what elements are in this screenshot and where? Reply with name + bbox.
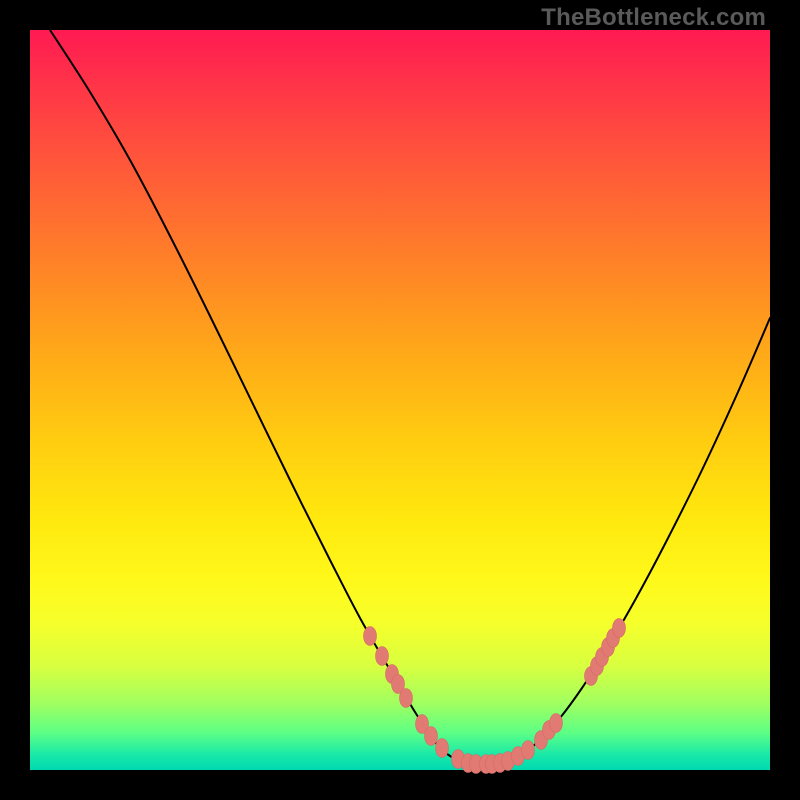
curve-marker [425,727,438,746]
curve-marker [436,739,449,758]
curve-marker [550,714,563,733]
curve-marker [522,741,535,760]
curve-layer [30,30,770,770]
curve-markers [364,619,626,774]
watermark-text: TheBottleneck.com [541,4,766,32]
chart-frame: TheBottleneck.com [0,0,800,800]
curve-marker [364,627,377,646]
curve-marker [376,647,389,666]
bottleneck-curve [50,30,770,764]
curve-marker [613,619,626,638]
curve-marker [400,689,413,708]
